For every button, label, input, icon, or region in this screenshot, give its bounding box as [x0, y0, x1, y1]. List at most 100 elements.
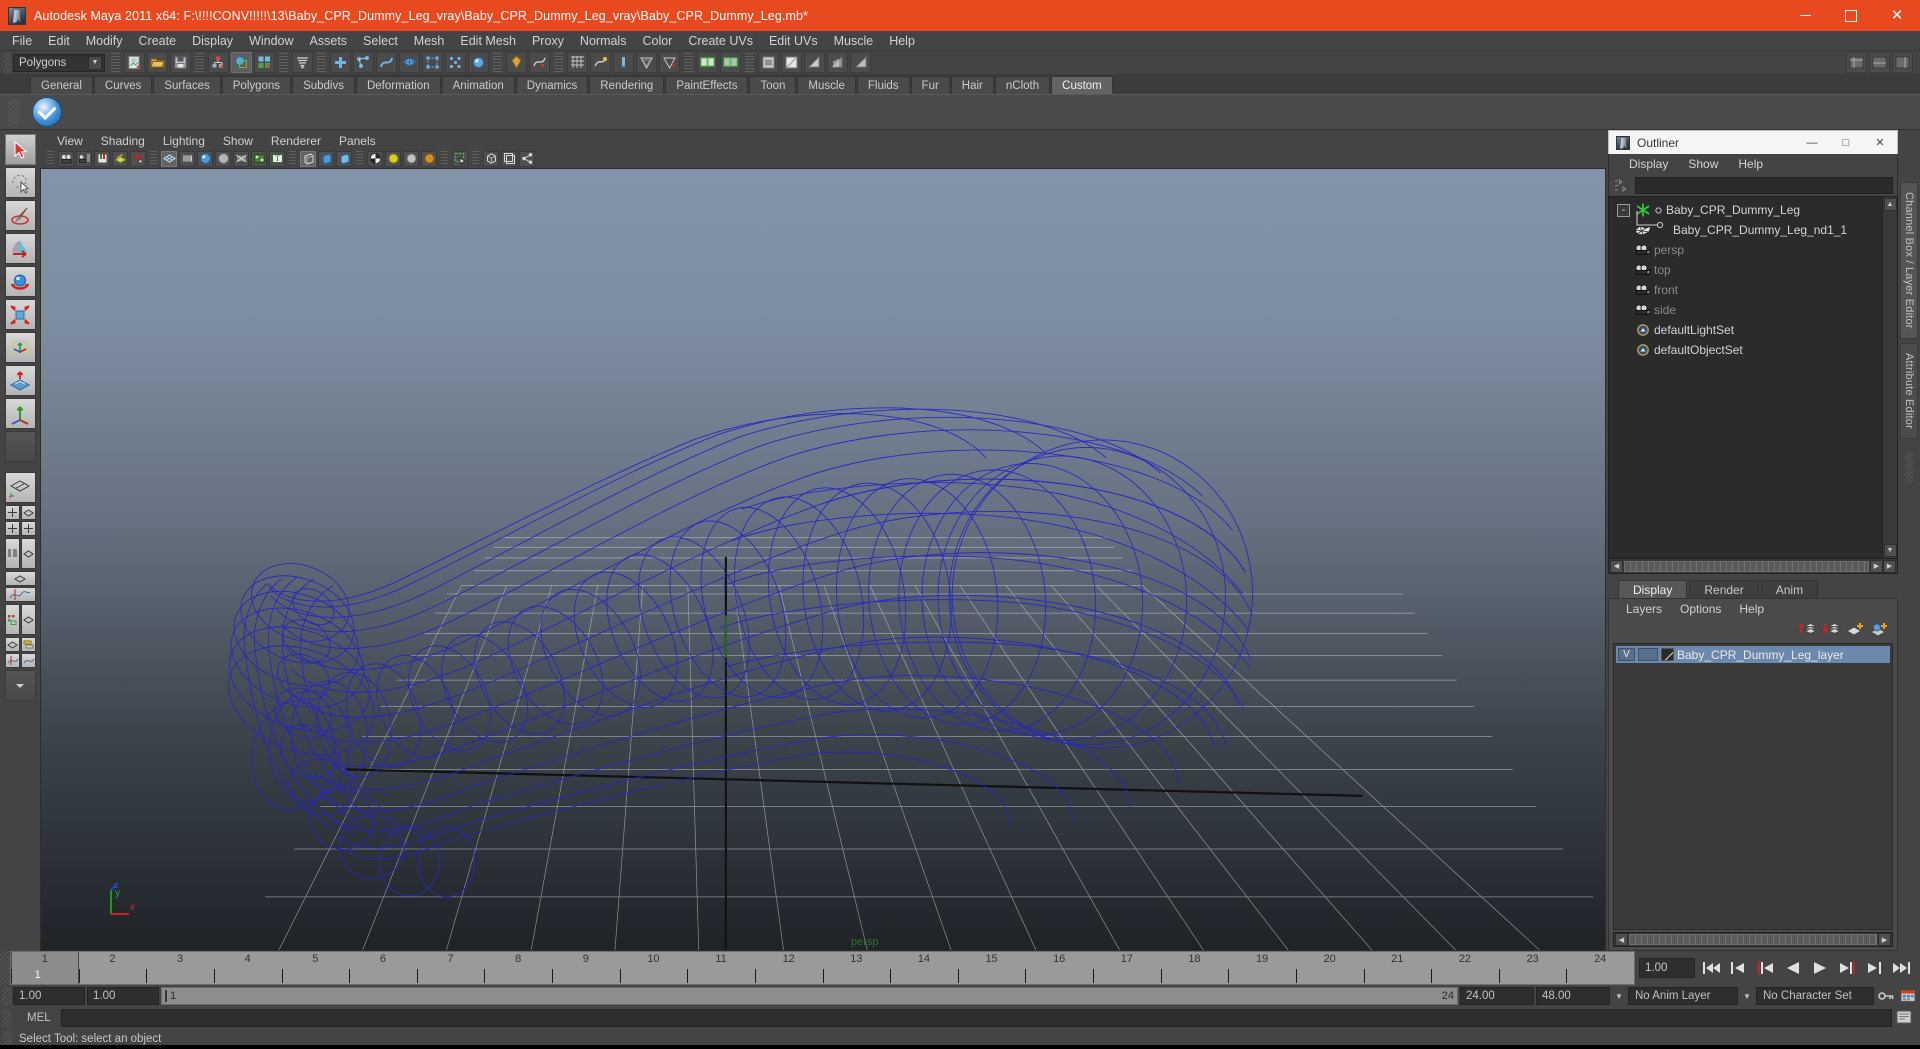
outliner-vertical-scrollbar[interactable]: ▲ ▼ — [1882, 197, 1897, 558]
snap-to-point-button[interactable] — [567, 52, 588, 73]
menu-edit-mesh[interactable]: Edit Mesh — [452, 32, 524, 50]
outliner-item-persp[interactable]: persp — [1609, 240, 1882, 260]
select-hulls-button[interactable] — [422, 52, 443, 73]
tab-anim[interactable]: Anim — [1761, 580, 1818, 598]
range-bar-grip[interactable] — [2, 987, 11, 1005]
show-hide-ui-button[interactable] — [804, 52, 825, 73]
shelf-grip[interactable] — [8, 99, 20, 125]
menu-select[interactable]: Select — [355, 32, 406, 50]
range-slider[interactable]: 1 24 — [161, 987, 1458, 1005]
scroll-left-icon[interactable]: ◀ — [1615, 933, 1628, 946]
play-backwards-button[interactable] — [1780, 955, 1806, 981]
menu-proxy[interactable]: Proxy — [524, 32, 572, 50]
layout-hypershade-pane[interactable] — [5, 604, 20, 635]
menu-help[interactable]: Help — [881, 32, 923, 50]
layer-visibility-toggle[interactable]: V — [1618, 648, 1635, 661]
shelf-tab-fluids[interactable]: Fluids — [857, 76, 910, 94]
render-settings-button[interactable] — [758, 52, 779, 73]
layout-outliner-pane[interactable] — [5, 538, 20, 569]
step-back-frame-button[interactable] — [1753, 955, 1779, 981]
time-slider[interactable]: 1123456789101112131415161718192021222324 — [10, 951, 1635, 985]
ipr-render-button[interactable] — [720, 52, 741, 73]
shelf-tab-subdivs[interactable]: Subdivs — [292, 76, 355, 94]
step-back-key-button[interactable] — [1726, 955, 1752, 981]
current-time-field[interactable]: 1.00 — [1639, 958, 1695, 978]
channelbox-toggle-button[interactable] — [1846, 52, 1867, 73]
scroll-right-icon[interactable]: ▶ — [1870, 560, 1883, 573]
outliner-item-front[interactable]: front — [1609, 280, 1882, 300]
scroll-right-icon[interactable]: ▶ — [1878, 933, 1891, 946]
select-by-component-type-button[interactable] — [254, 52, 275, 73]
light-orange-button[interactable] — [421, 151, 437, 167]
isolate-select-button[interactable] — [483, 151, 499, 167]
maximize-button[interactable] — [1828, 0, 1874, 31]
wireframe-shading-button[interactable] — [161, 151, 177, 167]
chevron-down-icon[interactable]: ▼ — [1612, 987, 1626, 1005]
select-points-button[interactable] — [353, 52, 374, 73]
hide-all-panels-button[interactable] — [827, 52, 848, 73]
two-d-pan-zoom-button[interactable] — [130, 151, 146, 167]
hypershade-button[interactable] — [781, 52, 802, 73]
menu-muscle[interactable]: Muscle — [826, 32, 882, 50]
layer-name[interactable]: Baby_CPR_Dummy_Leg_layer — [1677, 648, 1844, 662]
attributeeditor-toggle-button[interactable] — [1892, 52, 1913, 73]
light-grey-button[interactable] — [403, 151, 419, 167]
menu-create-uvs[interactable]: Create UVs — [680, 32, 761, 50]
select-pivots-button[interactable] — [445, 52, 466, 73]
shelf-tab-painteffects[interactable]: PaintEffects — [665, 76, 748, 94]
xray-button[interactable] — [318, 151, 334, 167]
texture-display-button[interactable] — [251, 151, 267, 167]
shelf-tab-custom[interactable]: Custom — [1051, 76, 1113, 94]
shelf-tab-surfaces[interactable]: Surfaces — [153, 76, 220, 94]
smooth-shade-all-button[interactable] — [179, 151, 195, 167]
outliner-horizontal-scrollbar[interactable]: ◀ ▶ ▶ — [1608, 559, 1898, 574]
menu-set-selector[interactable]: Polygons ▼ — [13, 54, 105, 72]
time-slider-grip[interactable] — [0, 951, 10, 985]
shelf-tab-animation[interactable]: Animation — [442, 76, 515, 94]
shaded-and-wireframe-button[interactable] — [233, 151, 249, 167]
soft-modification-tool[interactable] — [5, 365, 36, 396]
outliner-menu-show[interactable]: Show — [1678, 157, 1728, 171]
layer-menu-layers[interactable]: Layers — [1617, 602, 1671, 616]
make-live-button[interactable] — [613, 52, 634, 73]
menu-window[interactable]: Window — [241, 32, 301, 50]
shelf-tab-polygons[interactable]: Polygons — [222, 76, 291, 94]
select-by-object-type-button[interactable] — [231, 52, 252, 73]
shelf-tab-muscle[interactable]: Muscle — [797, 76, 855, 94]
camera-attributes-button[interactable] — [76, 151, 92, 167]
layereditor-toggle-button[interactable] — [1869, 52, 1890, 73]
outliner-menu-help[interactable]: Help — [1728, 157, 1773, 171]
save-scene-button[interactable] — [170, 52, 191, 73]
vtab-channel-box-layer-editor[interactable]: Channel Box / Layer Editor — [1900, 182, 1918, 339]
outliner-maximize-button[interactable]: □ — [1829, 131, 1863, 155]
layout-persp-pane[interactable] — [21, 538, 36, 569]
hypershade-persp-layout[interactable] — [5, 604, 36, 635]
universal-manipulator-tool[interactable] — [5, 332, 36, 363]
last-tool-used[interactable] — [5, 398, 36, 429]
layer-hscroll-thumb[interactable] — [1629, 934, 1877, 945]
panel-menu-renderer[interactable]: Renderer — [262, 134, 330, 148]
layer-playback-toggle[interactable] — [1638, 648, 1658, 661]
rotate-tool[interactable] — [5, 266, 36, 297]
close-button[interactable]: ✕ — [1874, 0, 1920, 31]
select-handles-button[interactable] — [468, 52, 489, 73]
command-line-grip[interactable] — [2, 1009, 11, 1027]
outliner-item-top[interactable]: top — [1609, 260, 1882, 280]
image-plane-button[interactable] — [112, 151, 128, 167]
snap-to-curve-button[interactable] — [529, 52, 550, 73]
marquee-select-icon[interactable] — [452, 151, 468, 167]
vtab-attribute-editor[interactable]: Attribute Editor — [1900, 343, 1918, 439]
vtab-grip[interactable] — [1905, 453, 1913, 483]
layer-menu-help[interactable]: Help — [1730, 602, 1773, 616]
panel-menu-view[interactable]: View — [48, 134, 92, 148]
persp-graph-layout[interactable] — [5, 571, 36, 602]
scroll-right-icon-2[interactable]: ▶ — [1883, 560, 1896, 573]
panel-menu-shading[interactable]: Shading — [92, 134, 154, 148]
snap-to-grid-button[interactable] — [506, 52, 527, 73]
animation-end-time-field[interactable]: 48.00 — [1536, 987, 1610, 1005]
scale-tool[interactable] — [5, 299, 36, 330]
outliner-filter-icon[interactable] — [1613, 177, 1631, 193]
layout-more-button[interactable] — [5, 670, 36, 701]
script-editor-icon[interactable] — [1896, 1010, 1912, 1027]
outliner-item-baby-cpr-dummy-leg-nd1-1[interactable]: Baby_CPR_Dummy_Leg_nd1_1 — [1609, 220, 1882, 240]
